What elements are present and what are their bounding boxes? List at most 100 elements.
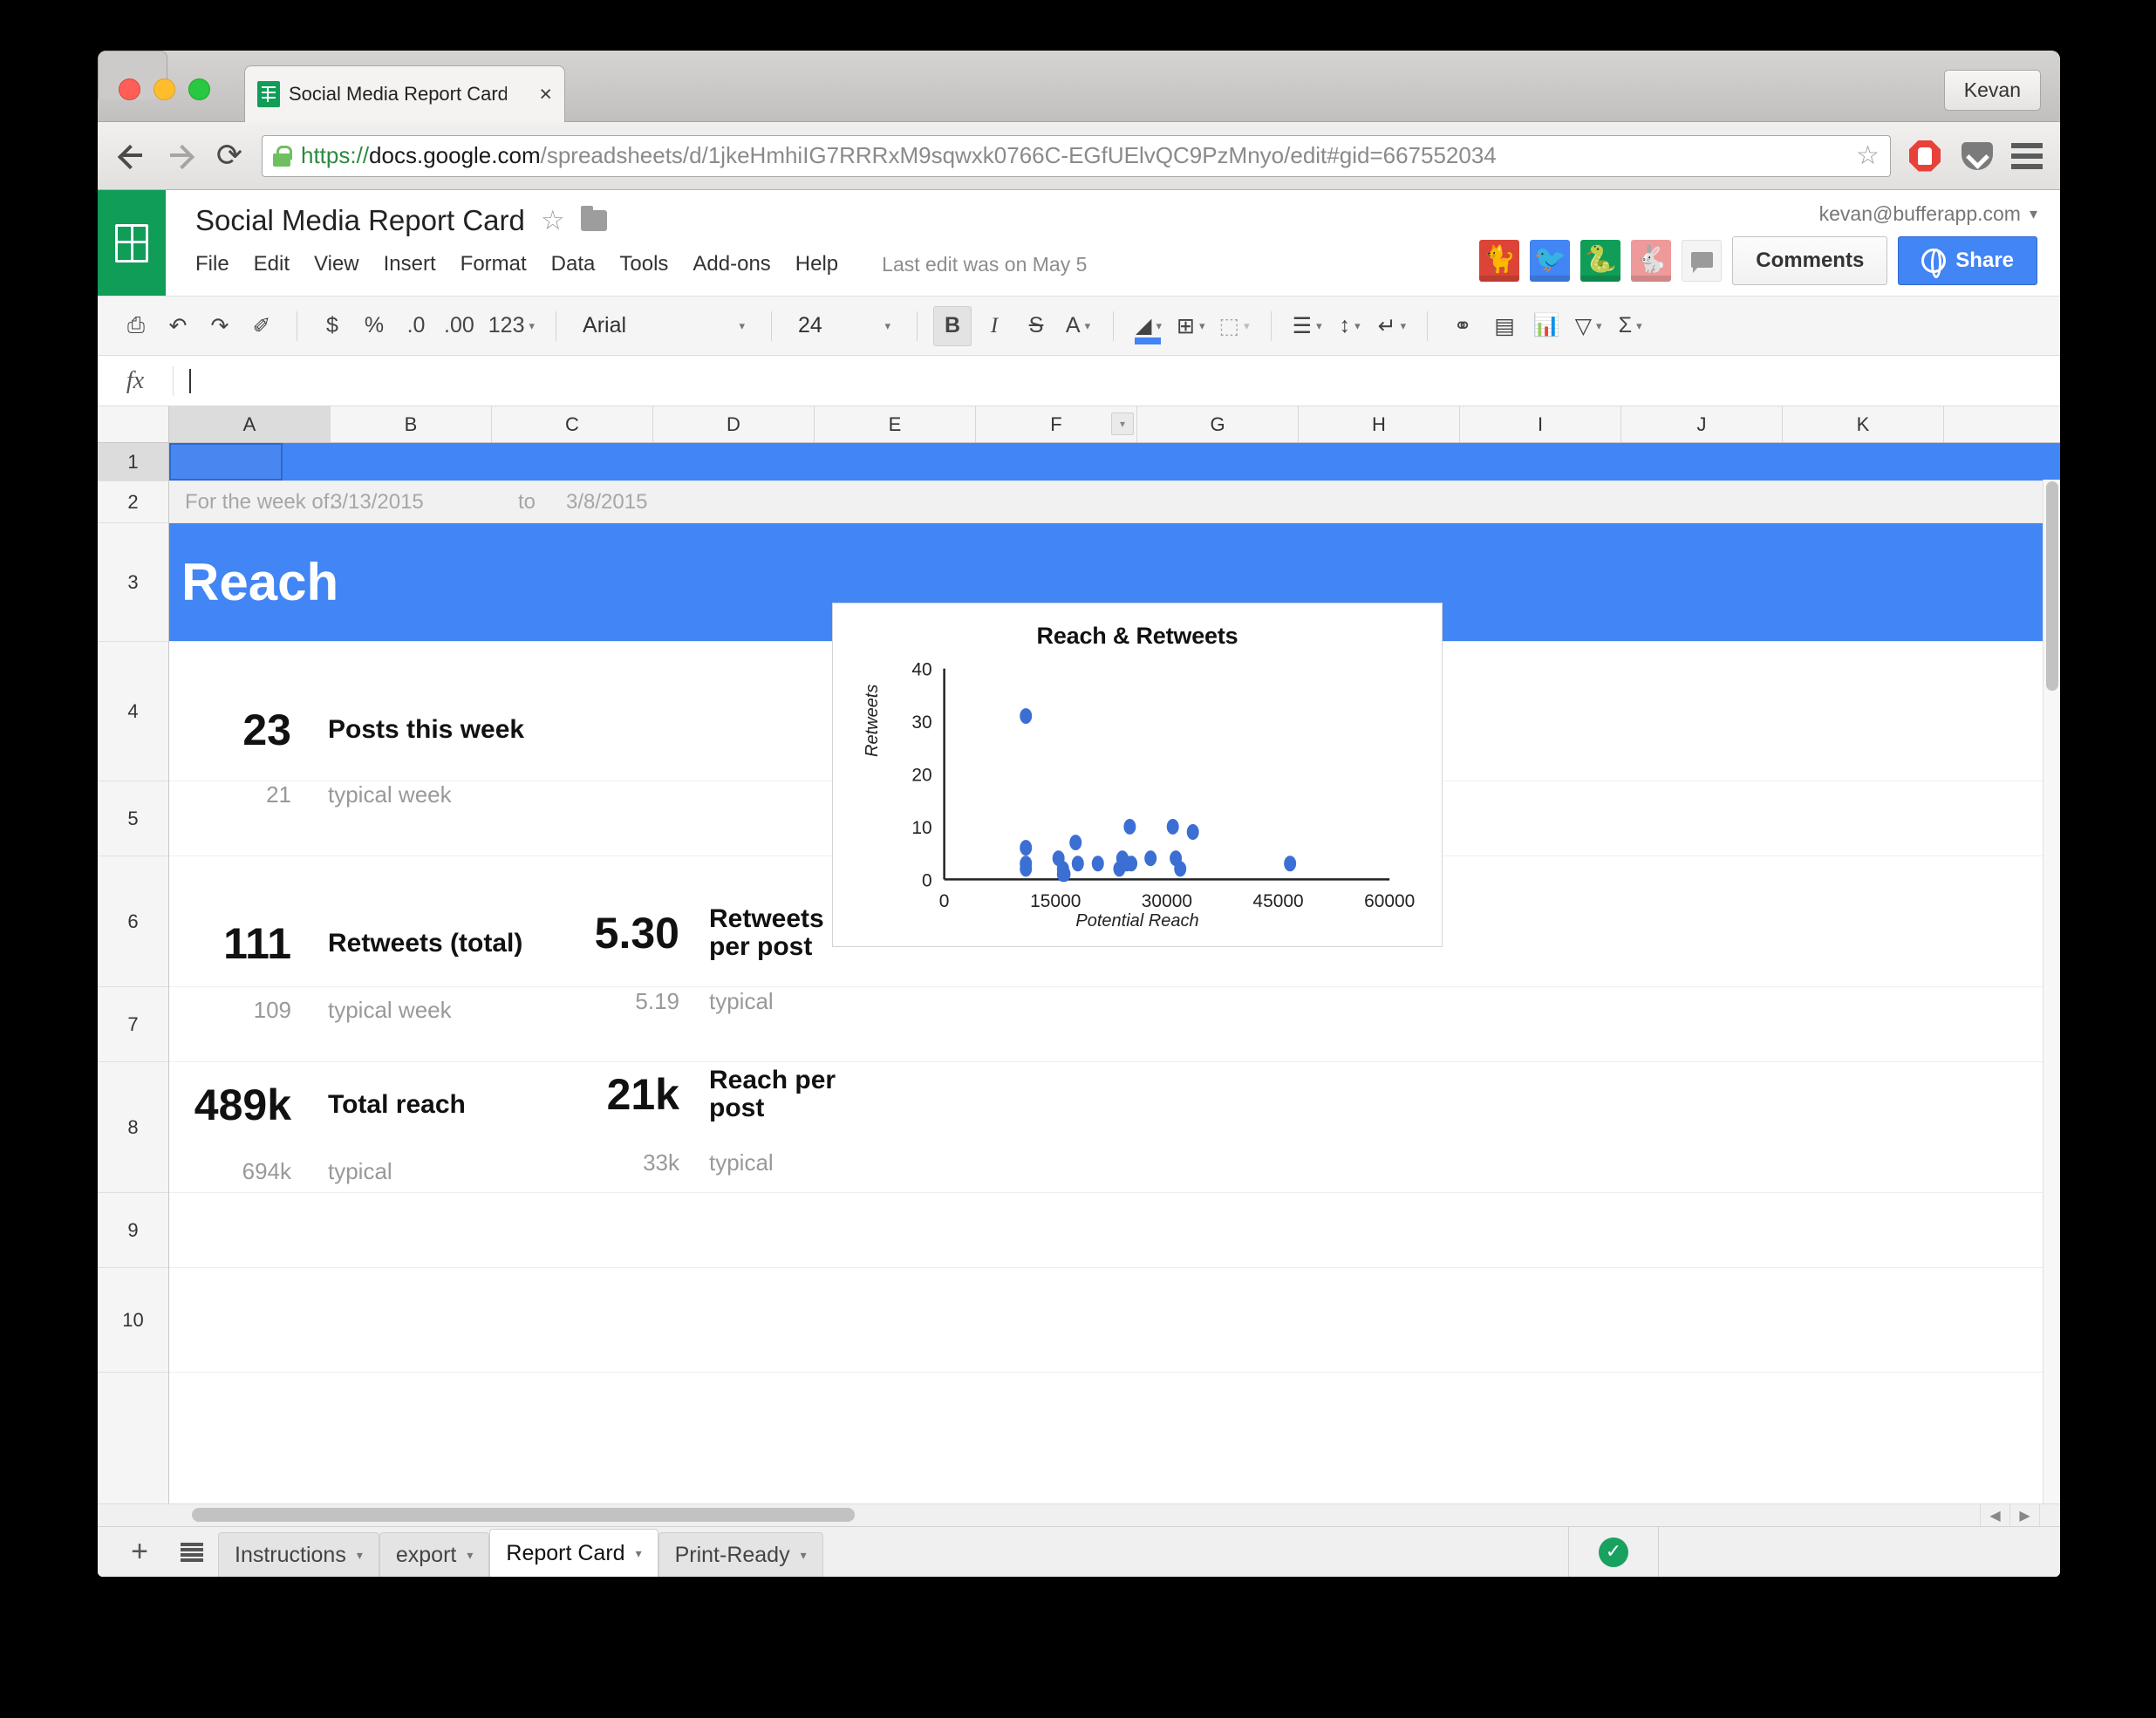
browser-profile-button[interactable]: Kevan xyxy=(1943,70,2041,111)
column-header-b[interactable]: B xyxy=(331,406,492,442)
select-all-corner[interactable] xyxy=(98,406,169,442)
row-header-10[interactable]: 10 xyxy=(98,1268,168,1373)
undo-icon[interactable]: ↶ xyxy=(159,306,197,346)
chevron-down-icon[interactable]: ▾ xyxy=(636,1546,642,1561)
hamburger-menu-icon[interactable] xyxy=(2011,142,2043,169)
column-filter-caret-icon[interactable]: ▾ xyxy=(1111,412,1134,435)
grid-row-1[interactable] xyxy=(169,443,2060,481)
grid-row-10[interactable] xyxy=(169,1268,2060,1373)
column-header-a[interactable]: A xyxy=(169,406,331,442)
chevron-down-icon[interactable]: ▾ xyxy=(357,1548,363,1563)
font-family-select[interactable]: Arial ▾ xyxy=(572,306,755,346)
insert-link-icon[interactable]: ⚭ xyxy=(1443,306,1482,346)
comment-bubble-icon[interactable] xyxy=(1682,240,1723,282)
horizontal-scrollbar-track[interactable] xyxy=(98,1504,1980,1526)
reload-icon[interactable]: ⟳ xyxy=(213,139,246,173)
collab-avatar-green[interactable]: 🐍 xyxy=(1580,240,1621,282)
sheet-tab-report-card[interactable]: Report Card ▾ xyxy=(489,1529,658,1577)
row-header-4[interactable]: 4 xyxy=(98,642,168,781)
percent-format-icon[interactable]: % xyxy=(355,306,393,346)
column-header-k[interactable]: K xyxy=(1783,406,1944,442)
decrease-decimal-icon[interactable]: .0 xyxy=(397,306,435,346)
column-header-f[interactable]: F ▾ xyxy=(976,406,1137,442)
document-title[interactable]: Social Media Report Card xyxy=(195,204,525,237)
increase-decimal-icon[interactable]: .00 xyxy=(439,306,480,346)
vertical-align-button[interactable]: ↕ ▾ xyxy=(1331,306,1369,346)
menu-edit[interactable]: Edit xyxy=(254,252,290,276)
formula-input[interactable] xyxy=(174,368,2060,393)
paint-format-icon[interactable]: ✐ xyxy=(242,306,281,346)
column-header-e[interactable]: E xyxy=(815,406,976,442)
collab-avatar-blue[interactable]: 🐦 xyxy=(1530,240,1571,282)
menu-insert[interactable]: Insert xyxy=(384,252,436,276)
account-row[interactable]: kevan@bufferapp.com ▾ xyxy=(1479,202,2037,226)
currency-format-icon[interactable]: $ xyxy=(313,306,351,346)
menu-addons[interactable]: Add-ons xyxy=(693,252,770,276)
text-color-button[interactable]: A ▾ xyxy=(1059,306,1097,346)
grid-row-2[interactable]: For the week of: 3/13/2015 to 3/8/2015 xyxy=(169,481,2060,523)
collab-avatar-red[interactable]: 🐈 xyxy=(1479,240,1520,282)
font-size-select[interactable]: 24 ▾ xyxy=(788,306,901,346)
scroll-right-arrow-icon[interactable]: ▶ xyxy=(2009,1504,2039,1526)
chevron-down-icon[interactable]: ▾ xyxy=(801,1548,807,1563)
column-header-g[interactable]: G xyxy=(1137,406,1299,442)
vertical-scrollbar-thumb[interactable] xyxy=(2046,481,2058,691)
horizontal-align-button[interactable]: ☰ ▾ xyxy=(1287,306,1327,346)
scroll-left-arrow-icon[interactable]: ◀ xyxy=(1980,1504,2009,1526)
menu-view[interactable]: View xyxy=(314,252,359,276)
add-sheet-icon[interactable]: + xyxy=(113,1527,166,1577)
menu-help[interactable]: Help xyxy=(795,252,838,276)
horizontal-scrollbar-thumb[interactable] xyxy=(192,1508,855,1522)
sheets-home-icon[interactable] xyxy=(98,190,166,296)
column-header-j[interactable]: J xyxy=(1621,406,1783,442)
sheet-tab-print-ready[interactable]: Print-Ready ▾ xyxy=(658,1532,823,1577)
menu-data[interactable]: Data xyxy=(551,252,596,276)
italic-button[interactable]: I xyxy=(975,306,1013,346)
window-minimize-button[interactable] xyxy=(154,78,175,100)
column-header-h[interactable]: H xyxy=(1299,406,1460,442)
comments-button[interactable]: Comments xyxy=(1732,236,1888,285)
row-header-7[interactable]: 7 xyxy=(98,987,168,1062)
back-arrow-icon[interactable] xyxy=(115,140,148,173)
star-icon[interactable]: ☆ xyxy=(541,205,565,236)
all-sheets-icon[interactable] xyxy=(166,1527,218,1577)
bold-button[interactable]: B xyxy=(933,305,972,346)
pocket-extension-icon[interactable] xyxy=(1959,138,1996,174)
bookmark-star-icon[interactable]: ☆ xyxy=(1856,140,1880,171)
folder-icon[interactable] xyxy=(580,206,607,231)
row-header-9[interactable]: 9 xyxy=(98,1193,168,1268)
strikethrough-button[interactable]: S xyxy=(1017,306,1055,346)
functions-button[interactable]: Σ ▾ xyxy=(1611,306,1649,346)
last-edit-status[interactable]: Last edit was on May 5 xyxy=(882,253,1087,276)
horizontal-scrollbar[interactable]: ◀ ▶ xyxy=(98,1503,2060,1526)
grid-row-9[interactable] xyxy=(169,1193,2060,1268)
sheet-tab-instructions[interactable]: Instructions ▾ xyxy=(218,1532,379,1577)
selected-cell-a1[interactable] xyxy=(169,443,283,481)
reach-retweets-chart[interactable]: Reach & Retweets 0 10 20 30 40 0 15000 30000 450… xyxy=(832,603,1443,947)
menu-tools[interactable]: Tools xyxy=(619,252,668,276)
row-header-3[interactable]: 3 xyxy=(98,523,168,642)
share-button[interactable]: Share xyxy=(1898,236,2037,285)
insert-comment-icon[interactable]: ▤ xyxy=(1485,306,1524,346)
insert-chart-icon[interactable]: 📊 xyxy=(1527,306,1566,346)
fill-color-button[interactable]: ◢ ▾ xyxy=(1129,306,1168,346)
sheet-tab-export[interactable]: export ▾ xyxy=(379,1532,490,1577)
column-header-d[interactable]: D xyxy=(653,406,815,442)
window-close-button[interactable] xyxy=(119,78,140,100)
collab-avatar-salmon[interactable]: 🐇 xyxy=(1631,240,1672,282)
row-header-1[interactable]: 1 xyxy=(98,443,168,481)
close-icon[interactable]: × xyxy=(539,83,552,106)
menu-file[interactable]: File xyxy=(195,252,229,276)
filter-button[interactable]: ▽ ▾ xyxy=(1569,306,1607,346)
row-header-8[interactable]: 8 xyxy=(98,1062,168,1193)
adblock-extension-icon[interactable] xyxy=(1907,138,1943,174)
row-header-2[interactable]: 2 xyxy=(98,481,168,523)
chevron-down-icon[interactable]: ▾ xyxy=(467,1548,473,1563)
row-header-5[interactable]: 5 xyxy=(98,781,168,856)
address-bar[interactable]: https://docs.google.com/spreadsheets/d/1… xyxy=(262,134,1891,177)
more-formats-button[interactable]: 123 ▾ xyxy=(483,306,540,346)
row-header-6[interactable]: 6 xyxy=(98,856,168,987)
column-header-c[interactable]: C xyxy=(492,406,653,442)
window-maximize-button[interactable] xyxy=(188,78,210,100)
browser-tab-active[interactable]: Social Media Report Card × xyxy=(244,65,565,122)
